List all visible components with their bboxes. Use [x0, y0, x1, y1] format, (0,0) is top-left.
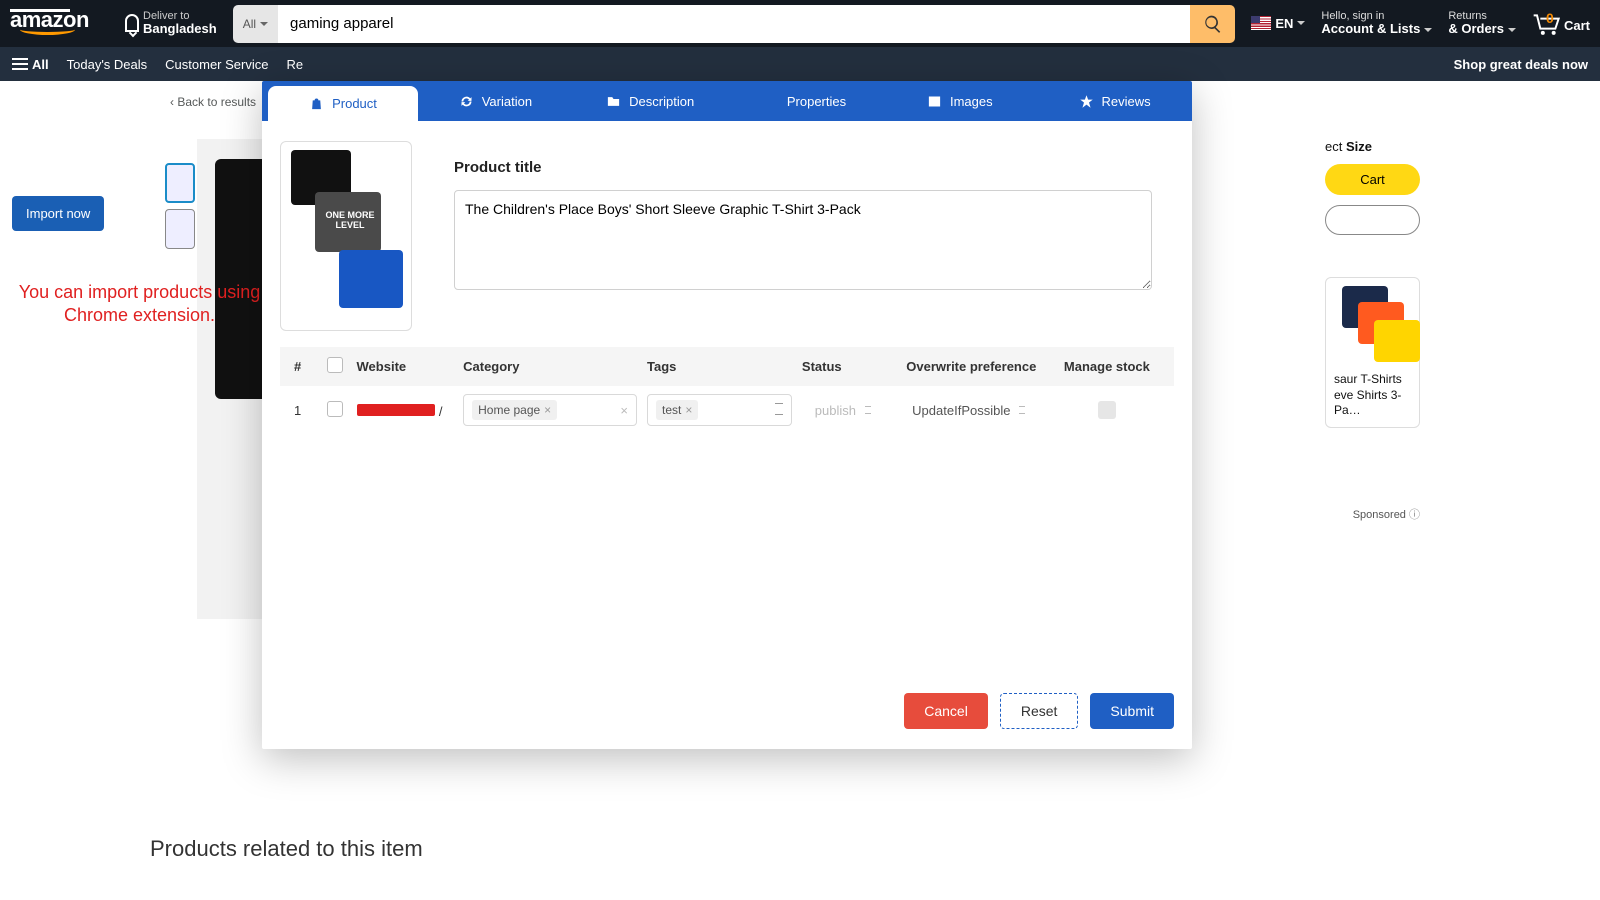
col-number: # [294, 359, 317, 374]
search-category-dropdown[interactable]: All [233, 5, 278, 43]
search-icon [1203, 14, 1223, 34]
overwrite-select[interactable]: UpdateIfPossible [899, 403, 1044, 418]
table-header: # Website Category Tags Status Overwrite… [280, 347, 1174, 386]
product-title-label: Product title [454, 159, 1152, 176]
col-tags: Tags [647, 359, 792, 374]
folder-icon [606, 94, 621, 109]
col-overwrite: Overwrite preference [899, 359, 1044, 374]
tags-select[interactable]: test× [647, 394, 792, 426]
thumbnail[interactable] [165, 163, 195, 203]
star-icon [1079, 94, 1094, 109]
tab-reviews[interactable]: Reviews [1037, 81, 1192, 121]
cart-count: 0 [1546, 10, 1554, 26]
tab-description[interactable]: Description [573, 81, 728, 121]
product-thumbnails [165, 163, 195, 249]
subnav-item[interactable]: Customer Service [165, 57, 268, 72]
col-website: Website [357, 359, 454, 374]
cart-link[interactable]: 0 Cart [1532, 12, 1590, 35]
search-button[interactable] [1190, 5, 1235, 43]
select-all-checkbox[interactable] [327, 357, 343, 373]
deliver-country: Bangladesh [143, 22, 217, 36]
secondary-button[interactable] [1325, 205, 1420, 235]
sponsored-title: saur T-Shirts eve Shirts 3-Pa… [1334, 372, 1411, 419]
tab-product[interactable]: Product [268, 86, 418, 121]
website-redacted [357, 404, 435, 416]
related-heading: Products related to this item [150, 836, 423, 862]
submit-button[interactable]: Submit [1090, 693, 1174, 729]
deliver-to[interactable]: Deliver to Bangladesh [119, 6, 223, 40]
sponsored-label: Sponsored [1353, 506, 1420, 522]
sponsored-card[interactable]: saur T-Shirts eve Shirts 3-Pa… [1325, 277, 1420, 428]
cancel-button[interactable]: Cancel [904, 693, 988, 729]
all-menu[interactable]: All [12, 55, 49, 73]
amazon-logo[interactable] [10, 9, 107, 39]
account-menu[interactable]: Hello, sign in Account & Lists [1321, 10, 1432, 38]
import-now-button[interactable]: Import now [12, 196, 104, 231]
returns-orders[interactable]: Returns & Orders [1448, 10, 1516, 38]
col-status: Status [802, 359, 889, 374]
size-label: ect Size [1325, 139, 1420, 154]
panel-footer: Cancel Reset Submit [262, 677, 1192, 729]
tab-images[interactable]: Images [882, 81, 1037, 121]
subnav-promo[interactable]: Shop great deals now [1454, 57, 1588, 72]
remove-chip-icon[interactable]: × [685, 403, 692, 417]
product-title-input[interactable]: The Children's Place Boys' Short Sleeve … [454, 190, 1152, 290]
panel-tabs: Product Variation Description Properties… [262, 81, 1192, 121]
category-chip[interactable]: Home page× [472, 400, 557, 420]
language-selector[interactable]: EN [1251, 16, 1305, 31]
us-flag-icon [1251, 16, 1271, 30]
location-pin-icon [125, 14, 139, 32]
status-select[interactable]: publish [802, 403, 889, 418]
search-bar: All [233, 5, 1236, 43]
import-panel: Product Variation Description Properties… [262, 81, 1192, 749]
bag-icon [309, 96, 324, 111]
import-note: You can import products using Chrome ext… [12, 281, 267, 328]
row-number: 1 [294, 403, 317, 418]
tag-chip[interactable]: test× [656, 400, 698, 420]
search-input[interactable] [278, 5, 1190, 43]
col-stock: Manage stock [1054, 359, 1160, 374]
refresh-icon [459, 94, 474, 109]
amazon-subnav: All Today's Deals Customer Service Re Sh… [0, 47, 1600, 81]
amazon-header: Deliver to Bangladesh All EN Hello, sign… [0, 0, 1600, 47]
subnav-item[interactable]: Re [286, 57, 303, 72]
sliders-icon [764, 94, 779, 109]
thumbnail[interactable] [165, 209, 195, 249]
remove-chip-icon[interactable]: × [544, 403, 551, 417]
category-select[interactable]: Home page× × [463, 394, 637, 426]
chevron-down-icon [1297, 21, 1305, 29]
websites-table: # Website Category Tags Status Overwrite… [280, 347, 1174, 677]
sponsored-image [1334, 286, 1411, 366]
product-thumbnail-large[interactable]: ONE MORE LEVEL [280, 141, 412, 331]
subnav-item[interactable]: Today's Deals [67, 57, 148, 72]
add-to-cart-button[interactable]: Cart [1325, 164, 1420, 195]
clear-category-icon[interactable]: × [620, 403, 628, 418]
reset-button[interactable]: Reset [1000, 693, 1079, 729]
hamburger-icon [12, 55, 28, 73]
col-category: Category [463, 359, 637, 374]
tab-variation[interactable]: Variation [418, 81, 573, 121]
row-checkbox[interactable] [327, 401, 343, 417]
tab-properties[interactable]: Properties [728, 81, 883, 121]
product-title-card: Product title The Children's Place Boys'… [432, 141, 1174, 331]
image-icon [927, 94, 942, 109]
manage-stock-checkbox[interactable] [1098, 401, 1116, 419]
table-row: 1 Home page× × test× publish [280, 386, 1174, 434]
